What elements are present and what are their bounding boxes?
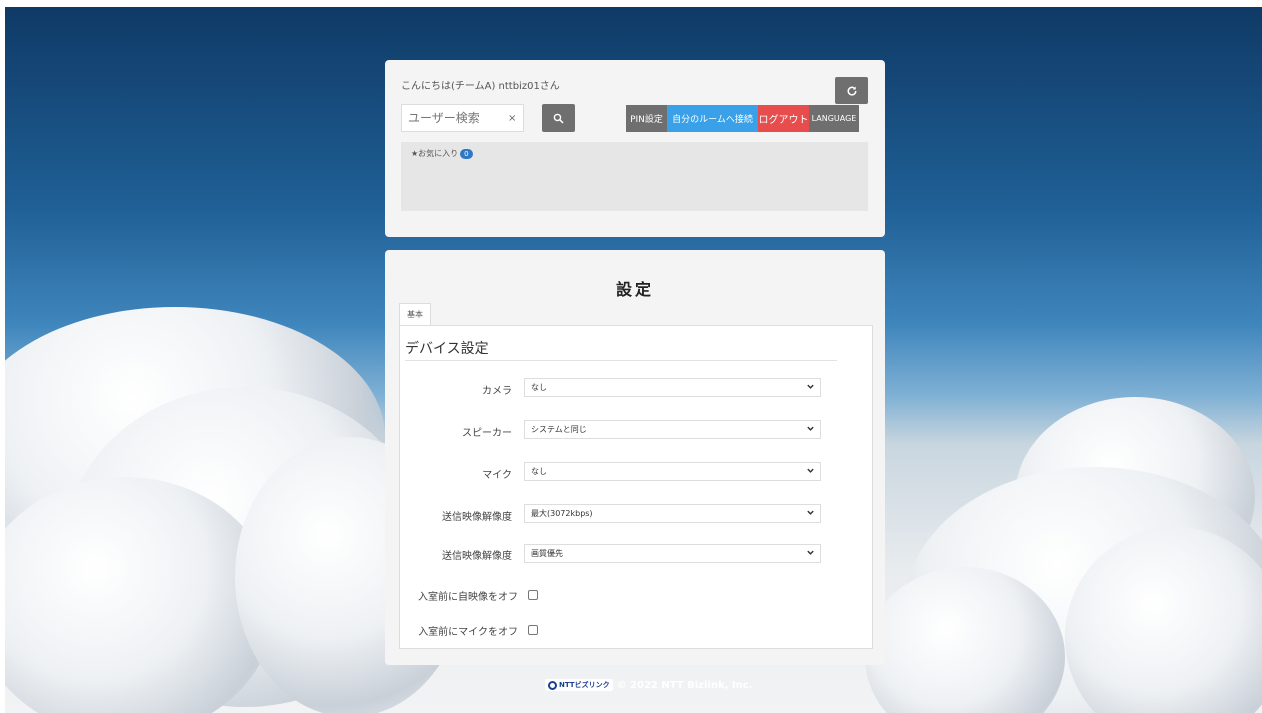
mic-select[interactable]: なし (524, 462, 821, 481)
action-buttons: PIN設定 自分のルームへ接続 ログアウト LANGUAGE (626, 105, 859, 132)
chevron-down-icon (807, 550, 814, 555)
chevron-down-icon (807, 384, 814, 389)
favorites-label[interactable]: ★お気に入り 0 (411, 148, 473, 159)
send-bitrate-select-value: 最大(3072kbps) (531, 509, 593, 518)
favorites-text: ★お気に入り (411, 149, 459, 158)
send-bitrate-select[interactable]: 最大(3072kbps) (524, 504, 821, 523)
connect-my-room-button[interactable]: 自分のルームへ接続 (667, 105, 758, 132)
device-settings-heading: デバイス設定 (405, 341, 489, 357)
camera-label: カメラ (482, 386, 512, 397)
greeting-text: こんにちは(チームA) nttbiz01さん (401, 81, 560, 92)
mic-select-value: なし (531, 467, 547, 476)
logo-mark-icon (548, 680, 557, 690)
video-off-label: 入室前に自映像をオフ (418, 592, 518, 603)
send-quality-select-value: 画質優先 (531, 549, 563, 558)
refresh-icon (847, 86, 857, 96)
video-off-checkbox[interactable] (528, 590, 538, 600)
settings-title: 設定 (615, 280, 654, 299)
settings-panel: 設定 基本 デバイス設定 カメラ なし スピーカー システムと同じ マイク なし… (385, 250, 885, 665)
send-quality-select[interactable]: 画質優先 (524, 544, 821, 563)
camera-select[interactable]: なし (524, 378, 821, 397)
clear-search-icon[interactable]: × (508, 113, 516, 124)
footer: NTTビズリンク © 2022 NTT Bizlink, Inc. (545, 679, 752, 691)
speaker-select[interactable]: システムと同じ (524, 420, 821, 439)
search-button[interactable] (542, 104, 575, 132)
camera-select-value: なし (531, 383, 547, 392)
user-panel: こんにちは(チームA) nttbiz01さん × PIN設定 自分のルームへ接続… (385, 60, 885, 237)
chevron-down-icon (807, 510, 814, 515)
speaker-label: スピーカー (462, 428, 512, 439)
logo-text: NTTビズリンク (559, 681, 610, 689)
search-input[interactable] (402, 111, 502, 125)
favorites-count-badge: 0 (460, 148, 473, 159)
search-field[interactable]: × (401, 104, 524, 132)
chevron-down-icon (807, 468, 814, 473)
language-button[interactable]: LANGUAGE (809, 105, 859, 132)
send-resolution-label: 送信映像解像度 (442, 512, 512, 523)
speaker-select-value: システムと同じ (531, 425, 587, 434)
logout-button[interactable]: ログアウト (758, 105, 809, 132)
search-icon (553, 113, 564, 124)
mic-off-checkbox[interactable] (528, 625, 538, 635)
pin-settings-button[interactable]: PIN設定 (626, 105, 667, 132)
tab-basic[interactable]: 基本 (399, 303, 431, 325)
copyright-text: © 2022 NTT Bizlink, Inc. (616, 679, 753, 691)
favorites-area: ★お気に入り 0 (401, 142, 868, 211)
chevron-down-icon (807, 426, 814, 431)
settings-body: デバイス設定 カメラ なし スピーカー システムと同じ マイク なし 送信映像解… (399, 325, 873, 649)
send-quality-label: 送信映像解像度 (442, 551, 512, 562)
refresh-button[interactable] (835, 77, 868, 104)
mic-off-label: 入室前にマイクをオフ (418, 627, 518, 638)
mic-label: マイク (482, 470, 512, 481)
company-logo: NTTビズリンク (545, 679, 613, 691)
divider (405, 360, 837, 361)
